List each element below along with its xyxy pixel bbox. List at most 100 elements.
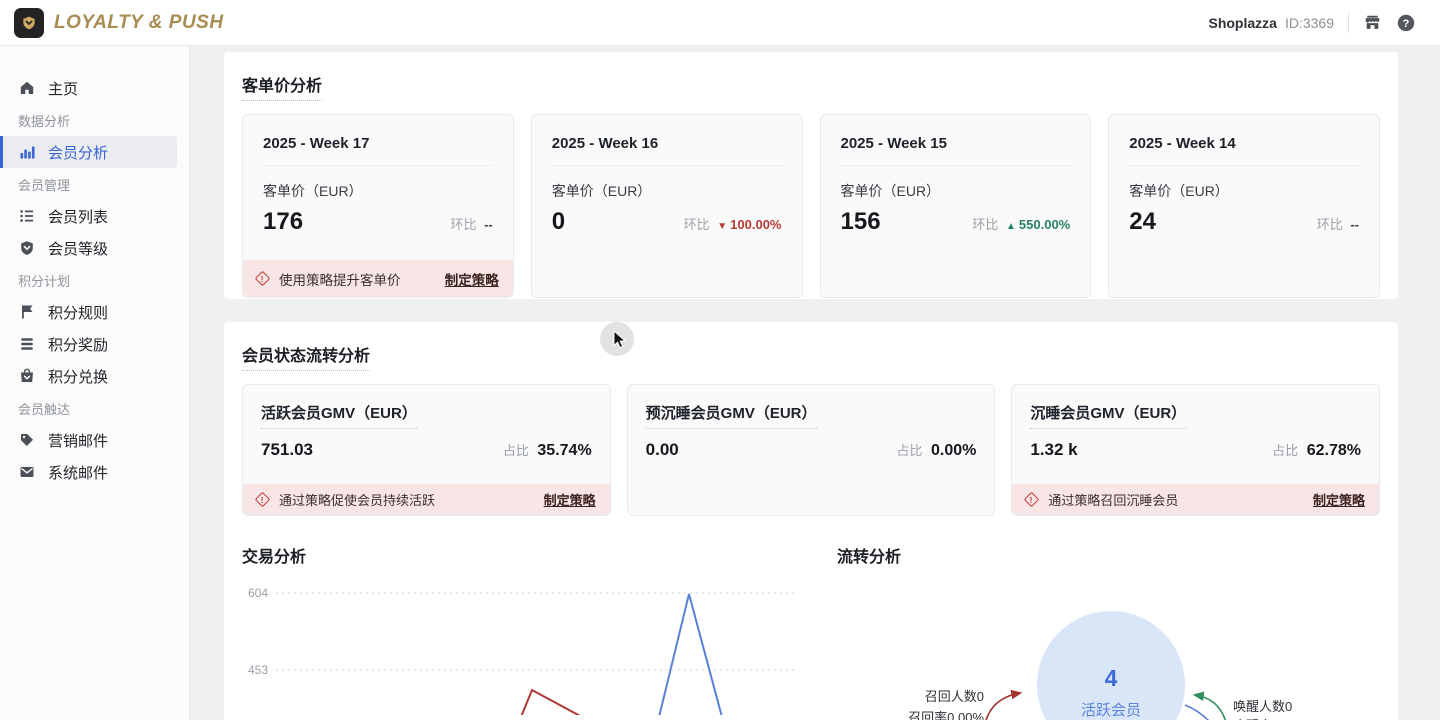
tag-icon xyxy=(18,432,35,449)
sidebar-section-points-plan: 积分计划 xyxy=(0,264,189,296)
topbar-divider xyxy=(1348,13,1349,33)
card-period: 2025 - Week 14 xyxy=(1129,135,1359,152)
sidebar-section-data-analysis: 数据分析 xyxy=(0,104,189,136)
banner-text: 通过策略促使会员持续活跃 xyxy=(279,490,435,509)
app-logo[interactable] xyxy=(14,8,44,38)
sidebar-item-member-analysis[interactable]: 会员分析 xyxy=(0,136,177,168)
topbar: LOYALTY & PUSH Shoplazza ID:3369 ? xyxy=(0,0,1440,46)
aov-card-week15: 2025 - Week 15 客单价（EUR） 156 环比 ▲550.00% xyxy=(820,114,1092,298)
sidebar-item-label: 营销邮件 xyxy=(48,430,108,451)
metric-label: 客单价（EUR） xyxy=(552,181,782,201)
aov-panel: 客单价分析 2025 - Week 17 客单价（EUR） 176 环比 -- … xyxy=(224,52,1398,299)
gmv-card-title: 预沉睡会员GMV（EUR） xyxy=(646,402,817,429)
charts-row: 交易分析 604 453 流转分析 4 活跃会员 xyxy=(242,547,1380,715)
outflow-curve xyxy=(1185,705,1218,720)
sidebar-item-points-redeem[interactable]: 积分兑换 xyxy=(0,360,177,392)
make-strategy-link[interactable]: 制定策略 xyxy=(544,490,596,509)
bar-chart-icon xyxy=(18,144,35,161)
mail-icon xyxy=(18,464,35,481)
divider xyxy=(841,165,1071,166)
banner-text: 通过策略召回沉睡会员 xyxy=(1048,490,1178,509)
ratio-indicator: 占比 62.78% xyxy=(1272,440,1361,460)
gmv-value: 751.03 xyxy=(261,440,313,460)
make-strategy-link[interactable]: 制定策略 xyxy=(1313,490,1365,509)
card-period: 2025 - Week 16 xyxy=(552,135,782,152)
trend-indicator: 环比 ▲550.00% xyxy=(972,214,1070,233)
sidebar-item-label: 会员等级 xyxy=(48,238,108,259)
metric-label: 客单价（EUR） xyxy=(1129,181,1359,201)
sidebar-item-label: 积分兑换 xyxy=(48,366,108,387)
main-content: 客单价分析 2025 - Week 17 客单价（EUR） 176 环比 -- … xyxy=(190,46,1440,720)
strategy-banner: ! 通过策略促使会员持续活跃 制定策略 xyxy=(243,484,610,515)
badge-icon xyxy=(18,240,35,257)
gmv-cards-row: 活跃会员GMV（EUR） 751.03 占比 35.74% ! 通过策略促使会员… xyxy=(242,384,1380,516)
recall-labels: 召回人数0 召回率0.00% xyxy=(908,686,984,720)
recall-rate: 召回率0.00% xyxy=(908,707,984,720)
sidebar-section-member-reach: 会员触达 xyxy=(0,392,189,424)
transaction-chart: 交易分析 604 453 xyxy=(242,547,807,715)
home-icon xyxy=(18,80,35,97)
banner-text: 使用策略提升客单价 xyxy=(279,269,401,289)
sidebar-item-system-email[interactable]: 系统邮件 xyxy=(0,456,177,488)
divider xyxy=(1129,165,1359,166)
divider xyxy=(263,165,493,166)
status-section-title: 会员状态流转分析 xyxy=(242,342,370,371)
metric-label: 客单价（EUR） xyxy=(841,181,1071,201)
aov-cards-row: 2025 - Week 17 客单价（EUR） 176 环比 -- ! 使用策略… xyxy=(242,114,1380,298)
sidebar-item-label: 主页 xyxy=(48,78,78,99)
metric-value: 176 xyxy=(263,208,303,236)
list-icon xyxy=(18,208,35,225)
shield-logo-icon xyxy=(19,13,39,33)
sidebar-section-member-management: 会员管理 xyxy=(0,168,189,200)
sidebar-item-label: 积分奖励 xyxy=(48,334,108,355)
flow-chart: 流转分析 4 活跃会员 召回 xyxy=(837,547,1380,715)
recall-count: 召回人数0 xyxy=(908,686,984,707)
down-arrow-icon: ▼ xyxy=(717,221,727,232)
store-id: ID:3369 xyxy=(1285,15,1334,31)
ratio-indicator: 占比 0.00% xyxy=(897,440,977,460)
wake-labels: 唤醒人数0 唤醒率0.00% xyxy=(1233,697,1309,720)
sidebar: 主页 数据分析 会员分析 会员管理 xyxy=(0,46,190,720)
gmv-card-active: 活跃会员GMV（EUR） 751.03 占比 35.74% ! 通过策略促使会员… xyxy=(242,384,611,516)
gmv-card-title: 沉睡会员GMV（EUR） xyxy=(1030,402,1186,429)
red-series-line xyxy=(521,690,582,715)
help-icon[interactable]: ? xyxy=(1396,13,1416,33)
aov-card-week16: 2025 - Week 16 客单价（EUR） 0 环比 ▼100.00% xyxy=(531,114,803,298)
app-title: LOYALTY & PUSH xyxy=(54,12,224,34)
sidebar-item-points-rules[interactable]: 积分规则 xyxy=(0,296,177,328)
store-name: Shoplazza xyxy=(1208,15,1276,31)
sidebar-item-label: 会员分析 xyxy=(48,142,108,163)
svg-text:?: ? xyxy=(1403,18,1410,30)
blue-series-line xyxy=(659,594,722,715)
sidebar-item-label: 会员列表 xyxy=(48,206,108,227)
recall-arrow xyxy=(984,693,1020,720)
trend-indicator: 环比 ▼100.00% xyxy=(684,214,782,233)
sidebar-item-member-list[interactable]: 会员列表 xyxy=(0,200,177,232)
sidebar-item-home[interactable]: 主页 xyxy=(0,72,177,104)
sidebar-item-marketing-email[interactable]: 营销邮件 xyxy=(0,424,177,456)
strategy-banner: ! 使用策略提升客单价 制定策略 xyxy=(243,260,513,297)
sidebar-item-label: 系统邮件 xyxy=(48,462,108,483)
sidebar-item-member-level[interactable]: 会员等级 xyxy=(0,232,177,264)
card-period: 2025 - Week 15 xyxy=(841,135,1071,152)
metric-value: 156 xyxy=(841,208,881,236)
gmv-value: 1.32 k xyxy=(1030,440,1077,460)
gmv-value: 0.00 xyxy=(646,440,679,460)
aov-card-week14: 2025 - Week 14 客单价（EUR） 24 环比 -- xyxy=(1108,114,1380,298)
gmv-card-title: 活跃会员GMV（EUR） xyxy=(261,402,417,429)
ratio-indicator: 占比 35.74% xyxy=(503,440,592,460)
wake-count: 唤醒人数0 xyxy=(1233,697,1309,716)
trend-indicator: 环比 -- xyxy=(450,214,492,233)
alert-diamond-icon: ! xyxy=(255,271,271,287)
sidebar-item-label: 积分规则 xyxy=(48,302,108,323)
alert-diamond-icon: ! xyxy=(255,492,271,508)
gmv-card-sleep: 沉睡会员GMV（EUR） 1.32 k 占比 62.78% ! 通过策略召回沉睡… xyxy=(1011,384,1380,516)
wake-rate: 唤醒率0.00% xyxy=(1233,716,1309,720)
sidebar-item-points-rewards[interactable]: 积分奖励 xyxy=(0,328,177,360)
alert-diamond-icon: ! xyxy=(1024,492,1040,508)
storefront-icon[interactable] xyxy=(1363,13,1382,32)
metric-value: 0 xyxy=(552,208,565,236)
coins-icon xyxy=(18,336,35,353)
make-strategy-link[interactable]: 制定策略 xyxy=(445,269,499,289)
card-period: 2025 - Week 17 xyxy=(263,135,493,152)
